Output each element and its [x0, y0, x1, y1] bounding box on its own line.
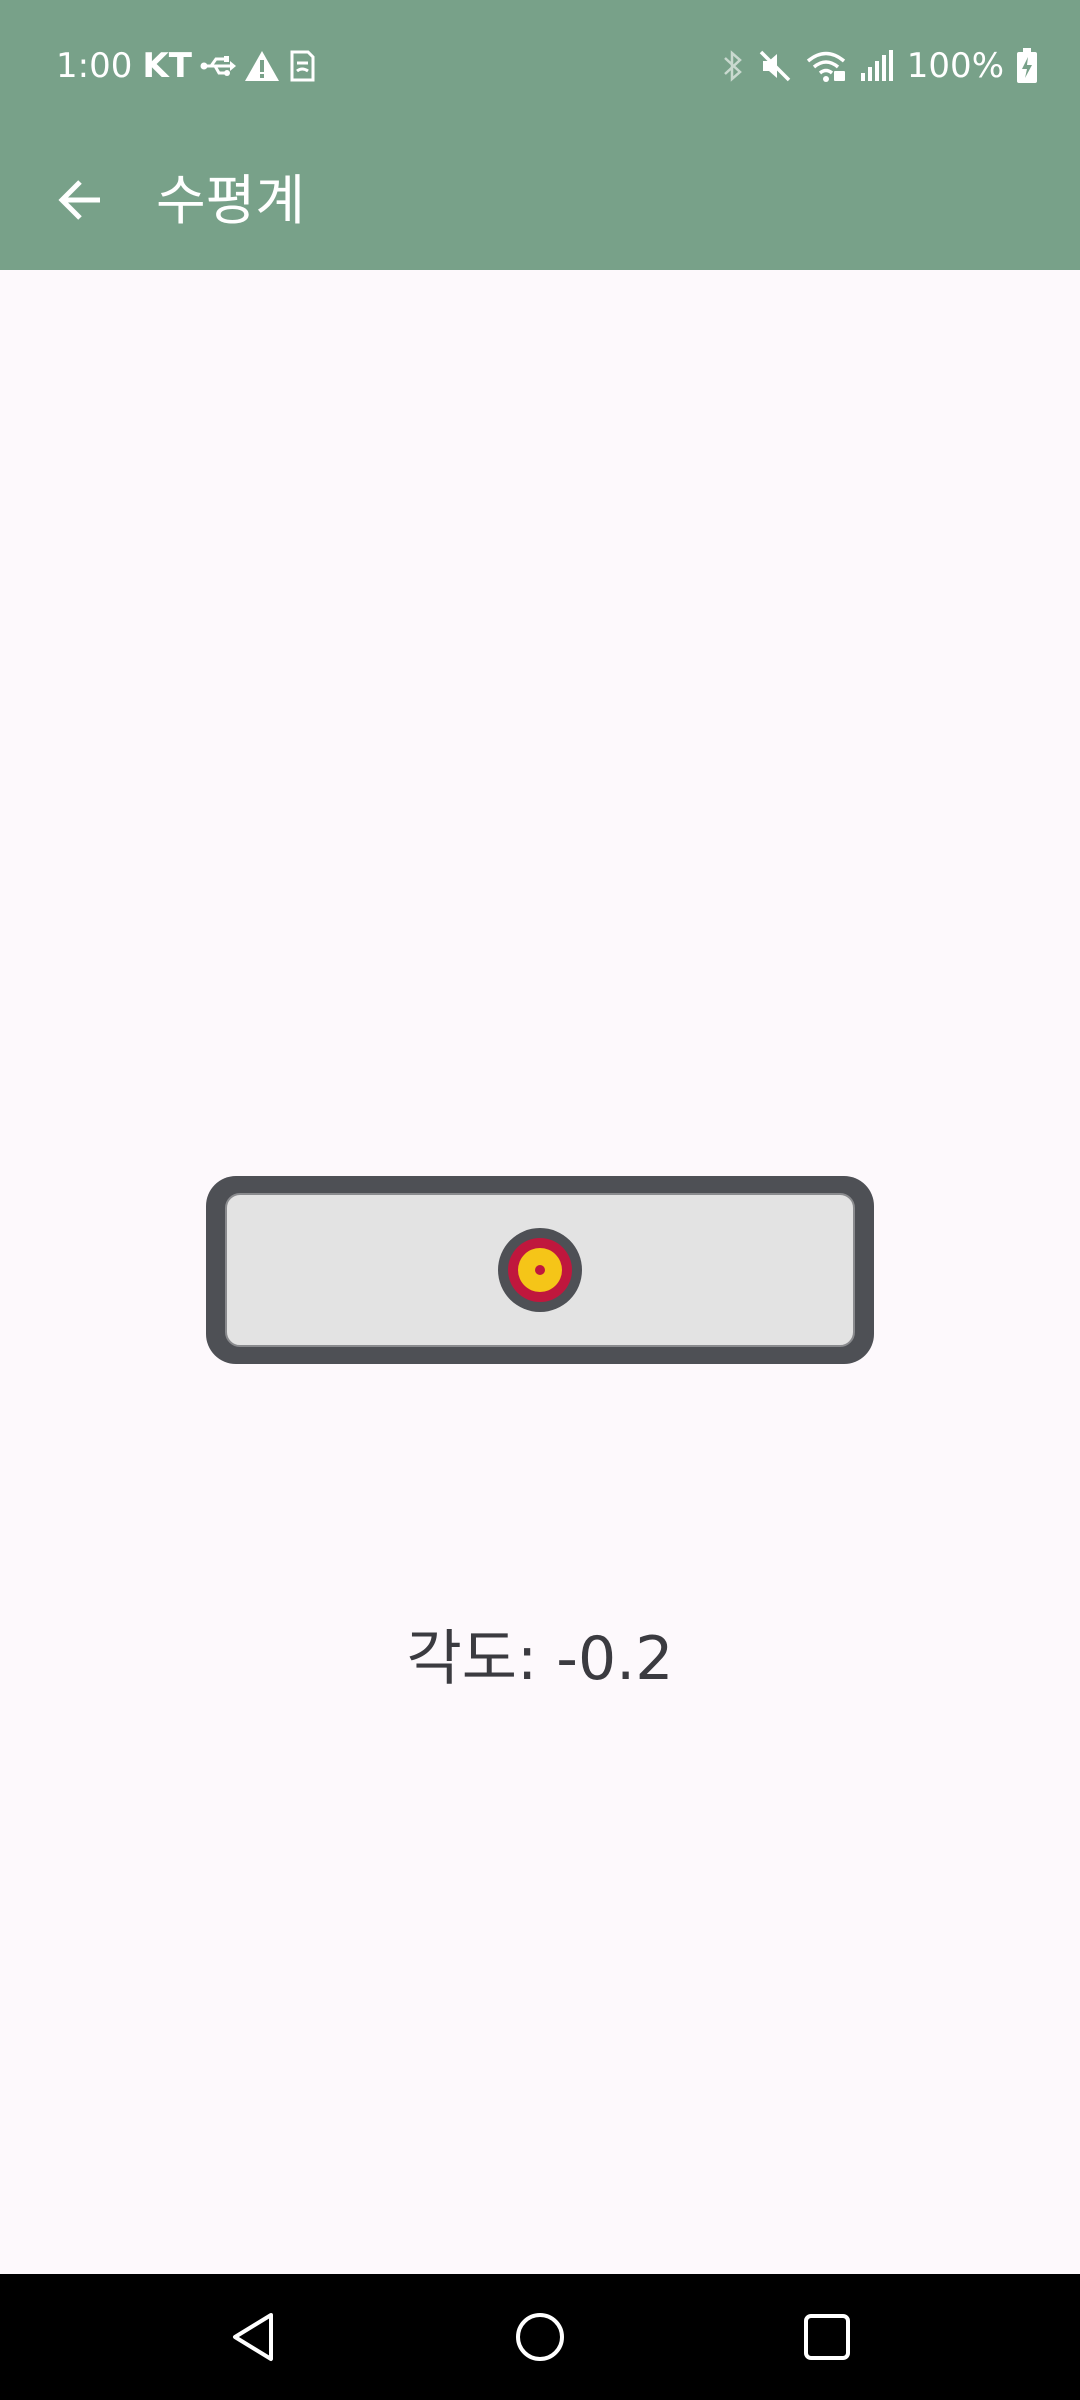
usb-icon: [200, 54, 236, 78]
back-triangle-icon: [233, 2313, 273, 2361]
angle-readout: 각도: -0.2: [406, 1624, 674, 1694]
back-button[interactable]: [40, 160, 120, 240]
status-time: 1:00: [56, 46, 133, 86]
arrow-left-icon: [58, 180, 100, 220]
home-circle-icon: [516, 2313, 564, 2361]
warning-icon: [244, 50, 280, 82]
status-bar: 1:00 KT 100%: [0, 0, 1080, 132]
page-title: 수평계: [156, 169, 306, 232]
status-left: 1:00 KT: [56, 44, 316, 88]
nav-recents-button[interactable]: [782, 2292, 872, 2382]
status-carrier: KT: [142, 46, 192, 86]
sim-icon: [288, 49, 316, 83]
recents-square-icon: [804, 2314, 850, 2360]
battery-charging-icon: [1016, 48, 1038, 84]
bluetooth-icon: [721, 49, 745, 83]
status-battery-text: 100%: [906, 46, 1004, 86]
bubble-level: [204, 1174, 876, 1366]
app-bar: 수평계: [0, 132, 1080, 270]
navigation-bar: [0, 2274, 1080, 2400]
signal-icon: [859, 49, 895, 83]
nav-back-button[interactable]: [208, 2292, 298, 2382]
level-bubble: [498, 1228, 582, 1312]
mute-icon: [757, 49, 793, 83]
nav-home-button[interactable]: [495, 2292, 585, 2382]
status-right: 100%: [721, 44, 1038, 88]
wifi-icon: [805, 49, 847, 83]
